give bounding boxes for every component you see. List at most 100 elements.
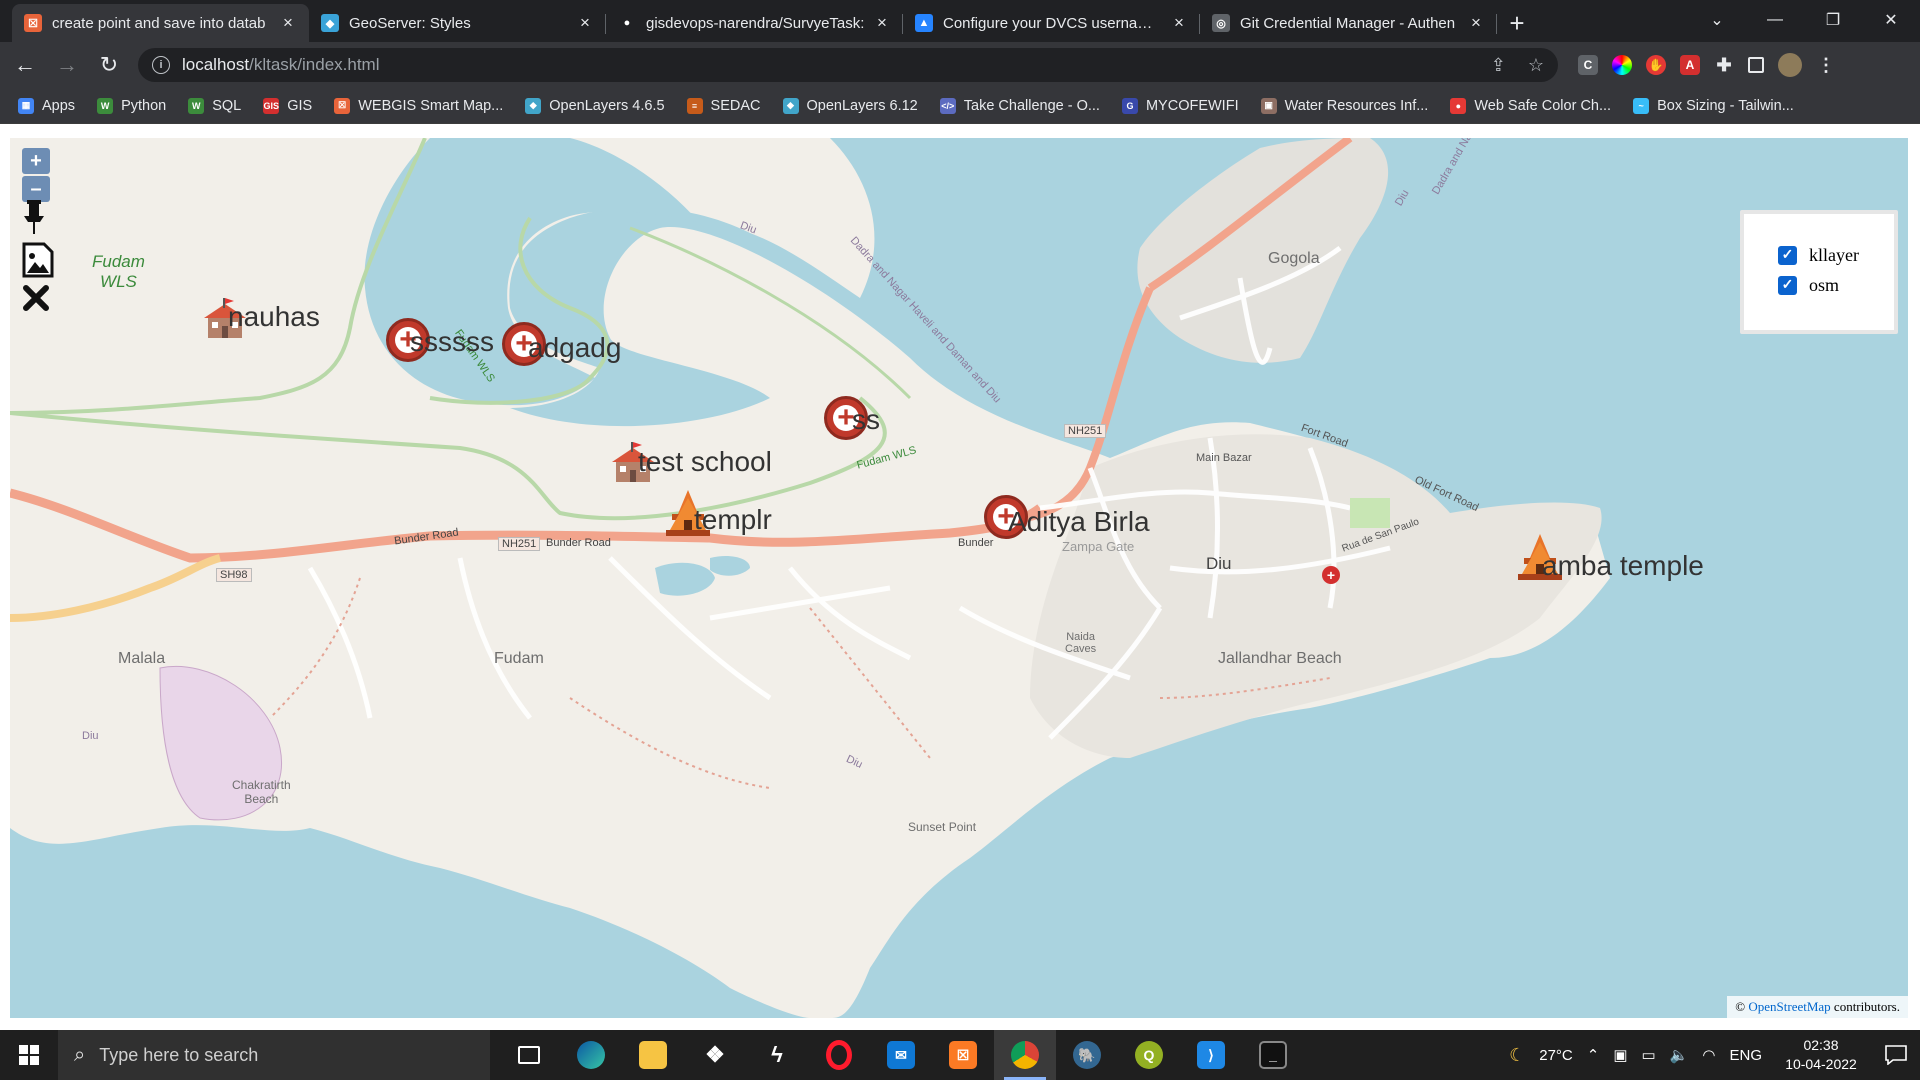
language-indicator[interactable]: ENG: [1729, 1047, 1762, 1064]
bookmark-item[interactable]: ▣ Water Resources Inf...: [1260, 97, 1428, 114]
bookmark-label: SEDAC: [710, 97, 761, 114]
browser-tab[interactable]: ● gisdevops-narendra/SurvyeTask: ×: [606, 4, 903, 42]
chrome-browser-icon[interactable]: [994, 1030, 1056, 1080]
menu-kebab-icon[interactable]: ⋮: [1816, 55, 1836, 75]
tab-close-icon[interactable]: ×: [1170, 13, 1188, 33]
feature-label-nauhas: nauhas: [228, 301, 320, 332]
file-explorer-icon[interactable]: [622, 1030, 684, 1080]
browser-tab[interactable]: ◆ GeoServer: Styles ×: [309, 4, 606, 42]
taskbar-search-box[interactable]: ⌕ Type here to search: [58, 1030, 490, 1080]
start-button[interactable]: [0, 1030, 58, 1080]
bookmark-star-icon[interactable]: ☆: [1528, 55, 1544, 76]
bookmark-item[interactable]: G MYCOFEWIFI: [1121, 97, 1239, 114]
map-label-malala: Malala: [118, 650, 166, 667]
bookmark-favicon-icon: W: [97, 97, 114, 114]
opera-browser-icon[interactable]: [808, 1030, 870, 1080]
tab-favicon-icon: ◎: [1212, 14, 1230, 32]
browser-toolbar: ← → ↻ i localhost/kltask/index.html ⇪ ☆ …: [0, 42, 1920, 88]
wifi-icon[interactable]: ◠: [1702, 1046, 1715, 1064]
clock-time: 02:38: [1803, 1037, 1839, 1053]
battery-icon[interactable]: ▭: [1642, 1046, 1656, 1064]
bookmark-favicon-icon: </>: [939, 97, 956, 114]
map-attribution: © OpenStreetMap contributors.: [1727, 996, 1908, 1018]
minimize-button[interactable]: —: [1746, 0, 1804, 40]
bookmark-favicon-icon: ≡: [686, 97, 703, 114]
tab-close-icon[interactable]: ×: [279, 13, 297, 33]
clock[interactable]: 02:38 10-04-2022: [1778, 1036, 1864, 1074]
tab-close-icon[interactable]: ×: [873, 13, 891, 33]
qgis-icon[interactable]: Q: [1118, 1030, 1180, 1080]
notification-center-icon[interactable]: [1872, 1030, 1920, 1080]
address-bar[interactable]: i localhost/kltask/index.html ⇪ ☆: [138, 48, 1558, 82]
color-picker-extension-icon[interactable]: [1612, 55, 1632, 75]
bookmark-item[interactable]: ◆ OpenLayers 4.6.5: [525, 97, 665, 114]
bookmark-item[interactable]: GIS GIS: [263, 97, 312, 114]
dropbox-icon[interactable]: ❖: [684, 1030, 746, 1080]
tab-close-icon[interactable]: ×: [576, 13, 594, 33]
browser-tab[interactable]: ◎ Git Credential Manager - Authen ×: [1200, 4, 1497, 42]
openstreetmap-link[interactable]: OpenStreetMap: [1748, 999, 1830, 1014]
side-panel-icon[interactable]: [1748, 57, 1764, 73]
bookmark-item[interactable]: ▦ Apps: [18, 97, 76, 114]
meet-now-icon[interactable]: ▣: [1613, 1046, 1627, 1064]
bookmark-favicon-icon: ▣: [1260, 97, 1277, 114]
tab-title: create point and save into datab: [52, 14, 266, 32]
bookmark-favicon-icon: ~: [1633, 97, 1650, 114]
terminal-icon[interactable]: _: [1242, 1030, 1304, 1080]
layer-checkbox[interactable]: ✓: [1778, 245, 1797, 265]
extension-icon[interactable]: C: [1578, 55, 1598, 75]
pin-tool-icon[interactable]: [22, 200, 56, 236]
bookmark-item[interactable]: ● Web Safe Color Ch...: [1450, 97, 1611, 114]
weather-temperature[interactable]: 27°C: [1539, 1047, 1573, 1064]
clear-x-icon[interactable]: [22, 284, 56, 320]
bookmark-item[interactable]: ~ Box Sizing - Tailwin...: [1633, 97, 1794, 114]
new-tab-button[interactable]: +: [1497, 4, 1537, 42]
tab-favicon-icon: ●: [618, 14, 636, 32]
weather-moon-icon[interactable]: ☾: [1509, 1045, 1525, 1066]
pdf-extension-icon[interactable]: A: [1680, 55, 1700, 75]
vscode-icon[interactable]: ⟩: [1180, 1030, 1242, 1080]
bookmark-item[interactable]: </> Take Challenge - O...: [939, 97, 1100, 114]
share-icon[interactable]: ⇪: [1491, 55, 1506, 76]
feature-label-amba-temple: amba temple: [1542, 550, 1704, 581]
bookmark-item[interactable]: W Python: [97, 97, 166, 114]
zoom-out-button[interactable]: –: [22, 176, 50, 202]
feature-label-ssssss: ssssss: [410, 326, 494, 357]
reload-button[interactable]: ↻: [92, 48, 126, 82]
profile-avatar[interactable]: [1778, 53, 1802, 77]
system-tray: ☾ 27°C ⌃ ▣ ▭ 🔈 ◠ ENG 02:38 10-04-2022: [1495, 1030, 1920, 1080]
map-viewport[interactable]: Fudam WLS Gogola Diu Fudam Malala Jallan…: [10, 138, 1908, 1018]
volume-icon[interactable]: 🔈: [1670, 1046, 1689, 1064]
bookmark-item[interactable]: ◆ OpenLayers 6.12: [782, 97, 918, 114]
bookmark-item[interactable]: ☒ WEBGIS Smart Map...: [334, 97, 503, 114]
feature-label-test-school: test school: [638, 446, 772, 477]
site-info-icon[interactable]: i: [152, 56, 170, 74]
search-icon: ⌕: [74, 1043, 86, 1066]
bookmark-label: Apps: [42, 97, 76, 114]
close-window-button[interactable]: ✕: [1862, 0, 1920, 40]
bookmark-item[interactable]: ≡ SEDAC: [686, 97, 761, 114]
tray-chevron-up-icon[interactable]: ⌃: [1587, 1046, 1600, 1064]
edge-browser-icon[interactable]: [560, 1030, 622, 1080]
bolt-app-icon[interactable]: ϟ: [746, 1030, 808, 1080]
postgresql-icon[interactable]: 🐘: [1056, 1030, 1118, 1080]
bookmark-item[interactable]: W SQL: [188, 97, 241, 114]
xampp-icon[interactable]: ☒: [932, 1030, 994, 1080]
layer-toggle-osm[interactable]: ✓ osm: [1778, 270, 1894, 300]
puzzle-extensions-icon[interactable]: ✚: [1714, 55, 1734, 75]
back-button[interactable]: ←: [8, 48, 42, 82]
browser-tab[interactable]: ▲ Configure your DVCS username f ×: [903, 4, 1200, 42]
tab-close-icon[interactable]: ×: [1467, 13, 1485, 33]
task-view-icon[interactable]: [498, 1030, 560, 1080]
image-export-icon[interactable]: [22, 242, 56, 278]
tab-favicon-icon: ▲: [915, 14, 933, 32]
browser-tab[interactable]: ☒ create point and save into datab ×: [12, 4, 309, 42]
layer-checkbox[interactable]: ✓: [1778, 275, 1797, 295]
adblock-extension-icon[interactable]: ✋: [1646, 55, 1666, 75]
forward-button[interactable]: →: [50, 48, 84, 82]
restore-button[interactable]: ❐: [1804, 0, 1862, 40]
zoom-in-button[interactable]: +: [22, 148, 50, 174]
mail-icon[interactable]: ✉: [870, 1030, 932, 1080]
layer-toggle-kllayer[interactable]: ✓ kllayer: [1778, 240, 1894, 270]
tab-search-icon[interactable]: ⌄: [1688, 0, 1746, 40]
